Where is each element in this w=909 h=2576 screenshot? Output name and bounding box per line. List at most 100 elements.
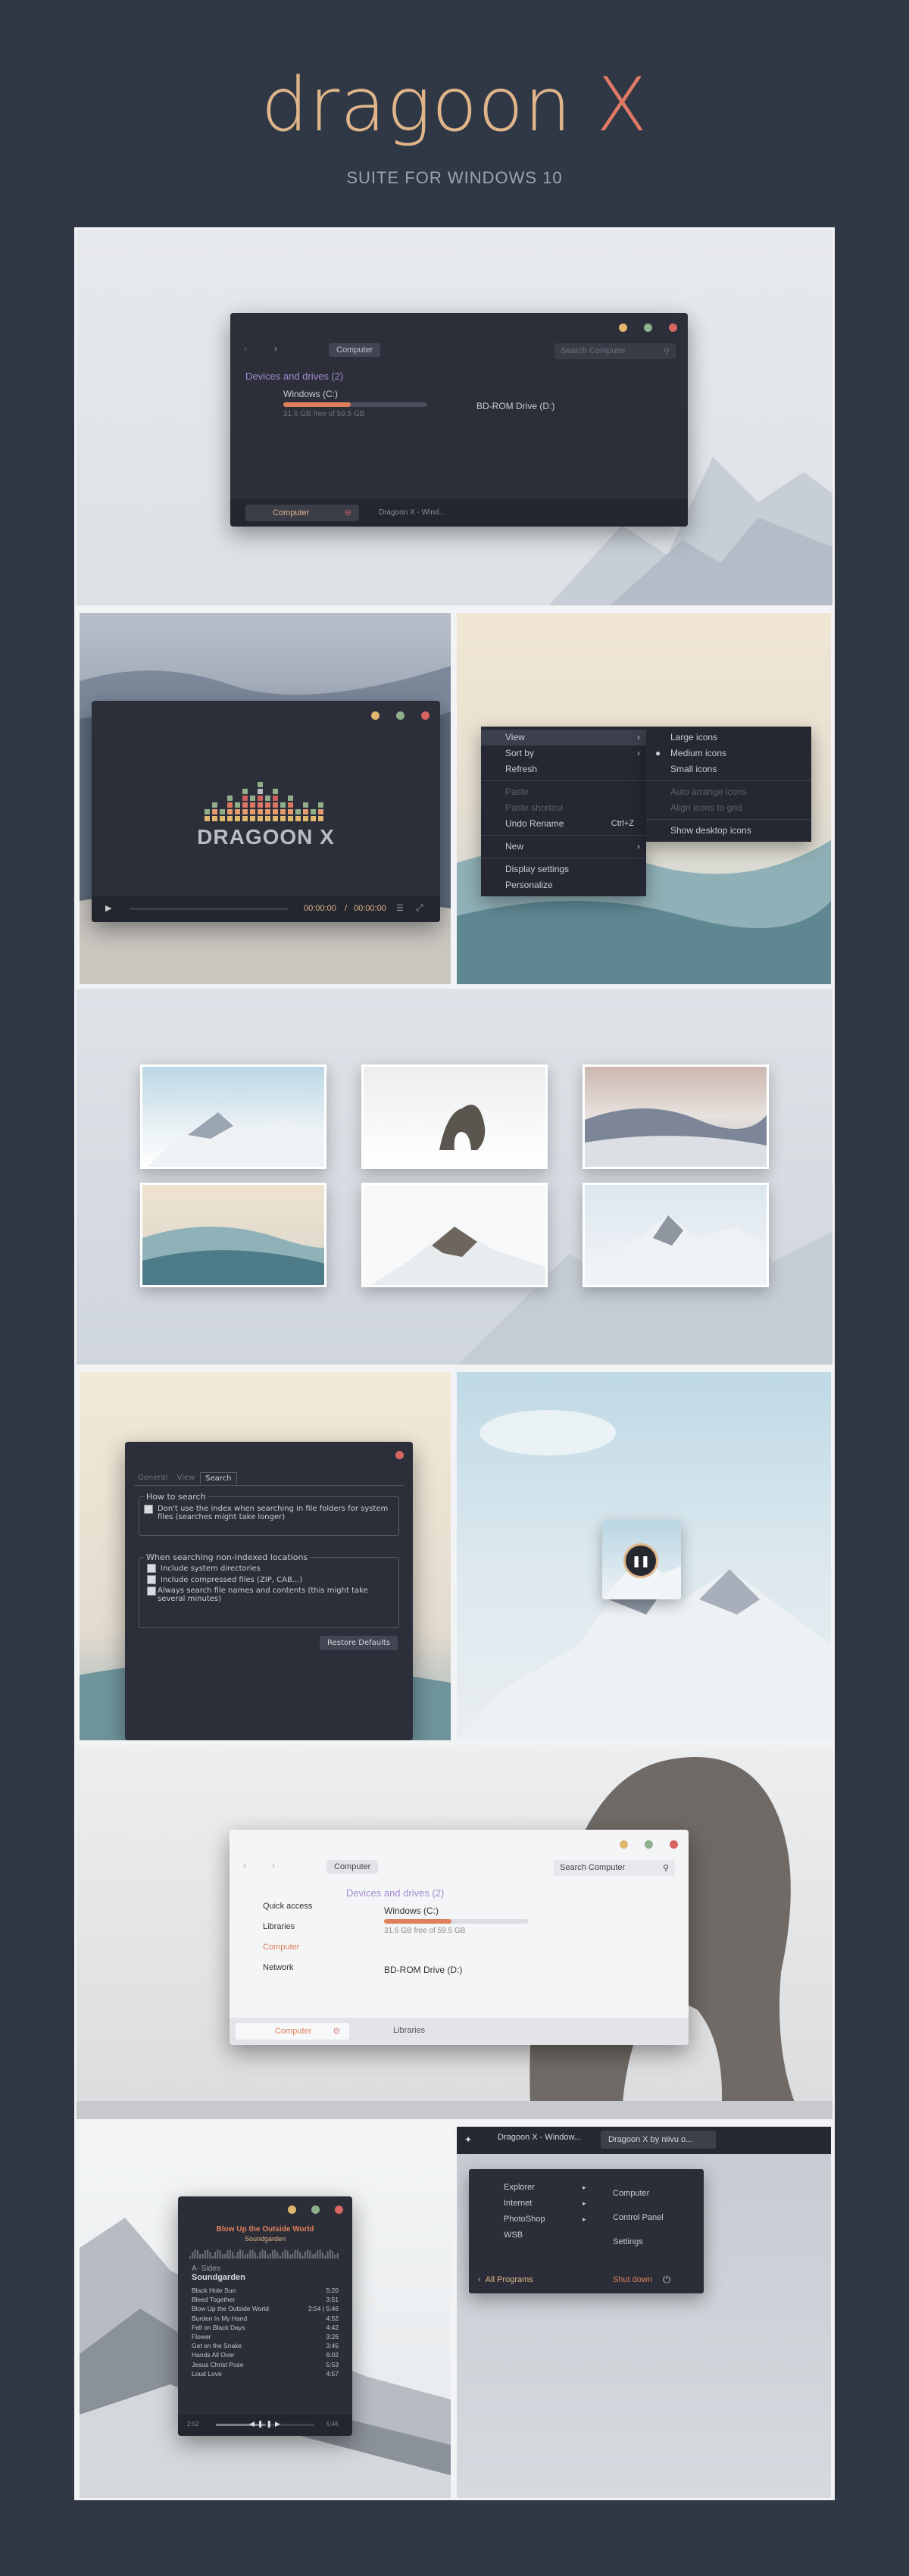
forward-arrow-icon[interactable]: › [274,343,277,354]
menu-item-view[interactable]: View › [481,730,646,746]
tab-general[interactable]: General [134,1472,171,1484]
menu-item-refresh[interactable]: Refresh [481,761,646,777]
seek-bar[interactable] [130,908,289,910]
wallpaper-thumb-3[interactable] [583,1064,769,1169]
submenu-show-desktop-icons[interactable]: Show desktop icons [646,823,811,839]
wallpaper-thumb-1[interactable] [140,1064,326,1169]
track-row[interactable]: Loud Love 4:57 [192,2369,339,2378]
start-button-icon[interactable]: ✦ [464,2134,472,2145]
wallpaper-thumb-6[interactable] [583,1183,769,1287]
nav-computer[interactable]: Computer [263,1937,312,1958]
taskbar-item-2[interactable]: Dragoon X by niivu o... [601,2131,716,2149]
close-button[interactable] [421,711,430,720]
app-photoshop[interactable]: PhotoShop [504,2212,545,2227]
maximize-button[interactable] [645,1840,653,1849]
drive-d[interactable]: BD-ROM Drive (D:) [476,401,554,411]
restore-defaults-button[interactable]: Restore Defaults [320,1636,398,1650]
submenu-medium-icons[interactable]: ● Medium icons [646,746,811,761]
checkbox[interactable] [144,1505,153,1514]
link-computer[interactable]: Computer [613,2181,664,2206]
taskbar-item-1[interactable]: Dragoon X - Window... [498,2133,581,2142]
option-no-index[interactable]: Don't use the index when searching in fi… [139,1502,398,1521]
track-row[interactable]: Bleed Together 3:51 [192,2295,339,2304]
app-explorer[interactable]: Explorer [504,2180,545,2196]
app-wsb[interactable]: WSB [504,2227,545,2243]
track-row[interactable]: Black Hole Sun 5:20 [192,2286,339,2295]
app-internet[interactable]: Internet [504,2196,545,2212]
playlist-icon[interactable]: ☰ [396,903,404,913]
transport-icons[interactable]: ◀❚❚▶ [249,2420,283,2428]
close-button[interactable] [670,1840,678,1849]
arrow-icon[interactable]: ▸ [583,2212,586,2227]
minimize-button[interactable] [619,324,627,332]
drive-c[interactable]: Windows (C:) 31.6 GB free of 59.5 GB [384,1905,528,1935]
forward-arrow-icon[interactable]: › [272,1860,275,1871]
track-row[interactable]: Burden In My Hand 4:52 [192,2314,339,2323]
drive-d[interactable]: BD-ROM Drive (D:) [384,1965,462,1975]
close-button[interactable] [395,1451,404,1459]
breadcrumb[interactable]: Computer [326,1860,379,1874]
back-arrow-icon[interactable]: ‹ [244,343,247,354]
track-row[interactable]: Jesus Christ Pose 5:53 [192,2360,339,2369]
pause-icon[interactable]: ❚❚ [623,1543,658,1578]
track-row[interactable]: Hands All Over 6:02 [192,2350,339,2359]
tab-close-icon[interactable]: ⊝ [333,2023,340,2040]
wallpaper-thumb-4[interactable] [140,1183,326,1287]
tab-close-icon[interactable]: ⊝ [345,505,351,521]
tab-computer[interactable]: Computer ⊝ [245,505,359,521]
checkbox[interactable] [147,1587,156,1596]
tab-computer[interactable]: Computer ⊝ [236,2023,349,2040]
minimize-button[interactable] [620,1840,628,1849]
back-arrow-icon[interactable]: ‹ [243,1860,246,1871]
minimize-button[interactable] [288,2206,296,2214]
now-playing-title: Blow Up the Outside World [216,2225,314,2234]
breadcrumb[interactable]: Computer [329,343,381,357]
search-input[interactable]: Search Computer ⚲ [554,343,676,359]
track-row[interactable]: Blow Up the Outside World 2:54 | 5:46 [192,2304,339,2313]
lockscreen-media-card[interactable]: ❚❚ [602,1521,681,1599]
option-system-dirs[interactable]: Include system directories [139,1562,398,1573]
drive-c[interactable]: Windows (C:) 31.6 GB free of 59.5 GB [283,389,427,418]
submenu-large-icons[interactable]: Large icons [646,730,811,746]
checkbox[interactable] [147,1575,156,1584]
arrow-icon[interactable]: ▸ [583,2180,586,2196]
menu-item-sort[interactable]: Sort by › [481,746,646,761]
power-icon[interactable]: ⏻ [663,2274,670,2286]
close-button[interactable] [335,2206,343,2214]
submenu-small-icons[interactable]: Small icons [646,761,811,777]
play-icon[interactable]: ▶ [105,903,111,913]
tab-libraries[interactable]: Libraries [393,2026,425,2035]
wallpaper-thumb-5[interactable] [361,1183,548,1287]
track-row[interactable]: Fell on Black Days 4:42 [192,2323,339,2332]
tab-dragoon[interactable]: Dragoon X - Wind... [379,508,445,517]
minimize-button[interactable] [371,711,380,720]
shutdown-button[interactable]: Shut down [613,2275,652,2284]
track-title: Hands All Over [192,2351,235,2359]
nav-quick-access[interactable]: Quick access [263,1896,312,1917]
search-input[interactable]: Search Computer ⚲ [554,1860,675,1876]
wallpaper-thumb-2[interactable] [361,1064,548,1169]
tab-view[interactable]: View [173,1472,198,1484]
menu-item-new[interactable]: New › [481,839,646,855]
close-button[interactable] [669,324,677,332]
fullscreen-icon[interactable]: ⤢ [416,902,423,914]
all-programs[interactable]: ‹ All Programs [478,2275,533,2284]
menu-item-display-settings[interactable]: Display settings [481,861,646,877]
checkbox[interactable] [147,1564,156,1573]
tab-search[interactable]: Search [200,1472,237,1484]
maximize-button[interactable] [396,711,405,720]
track-row[interactable]: Flower 3:26 [192,2332,339,2341]
link-settings[interactable]: Settings [613,2230,664,2254]
nav-libraries[interactable]: Libraries [263,1917,312,1937]
menu-item-undo[interactable]: Undo Rename Ctrl+Z [481,816,646,832]
maximize-button[interactable] [311,2206,320,2214]
link-control-panel[interactable]: Control Panel [613,2206,664,2230]
menu-item-personalize[interactable]: Personalize [481,877,646,893]
waveform-bar [254,2252,256,2259]
maximize-button[interactable] [644,324,652,332]
arrow-icon[interactable]: ▸ [583,2196,586,2212]
nav-network[interactable]: Network [263,1958,312,1978]
option-contents[interactable]: Always search file names and contents (t… [139,1584,398,1603]
track-row[interactable]: Get on the Snake 3:45 [192,2341,339,2350]
option-compressed[interactable]: Include compressed files (ZIP, CAB...) [139,1573,398,1584]
